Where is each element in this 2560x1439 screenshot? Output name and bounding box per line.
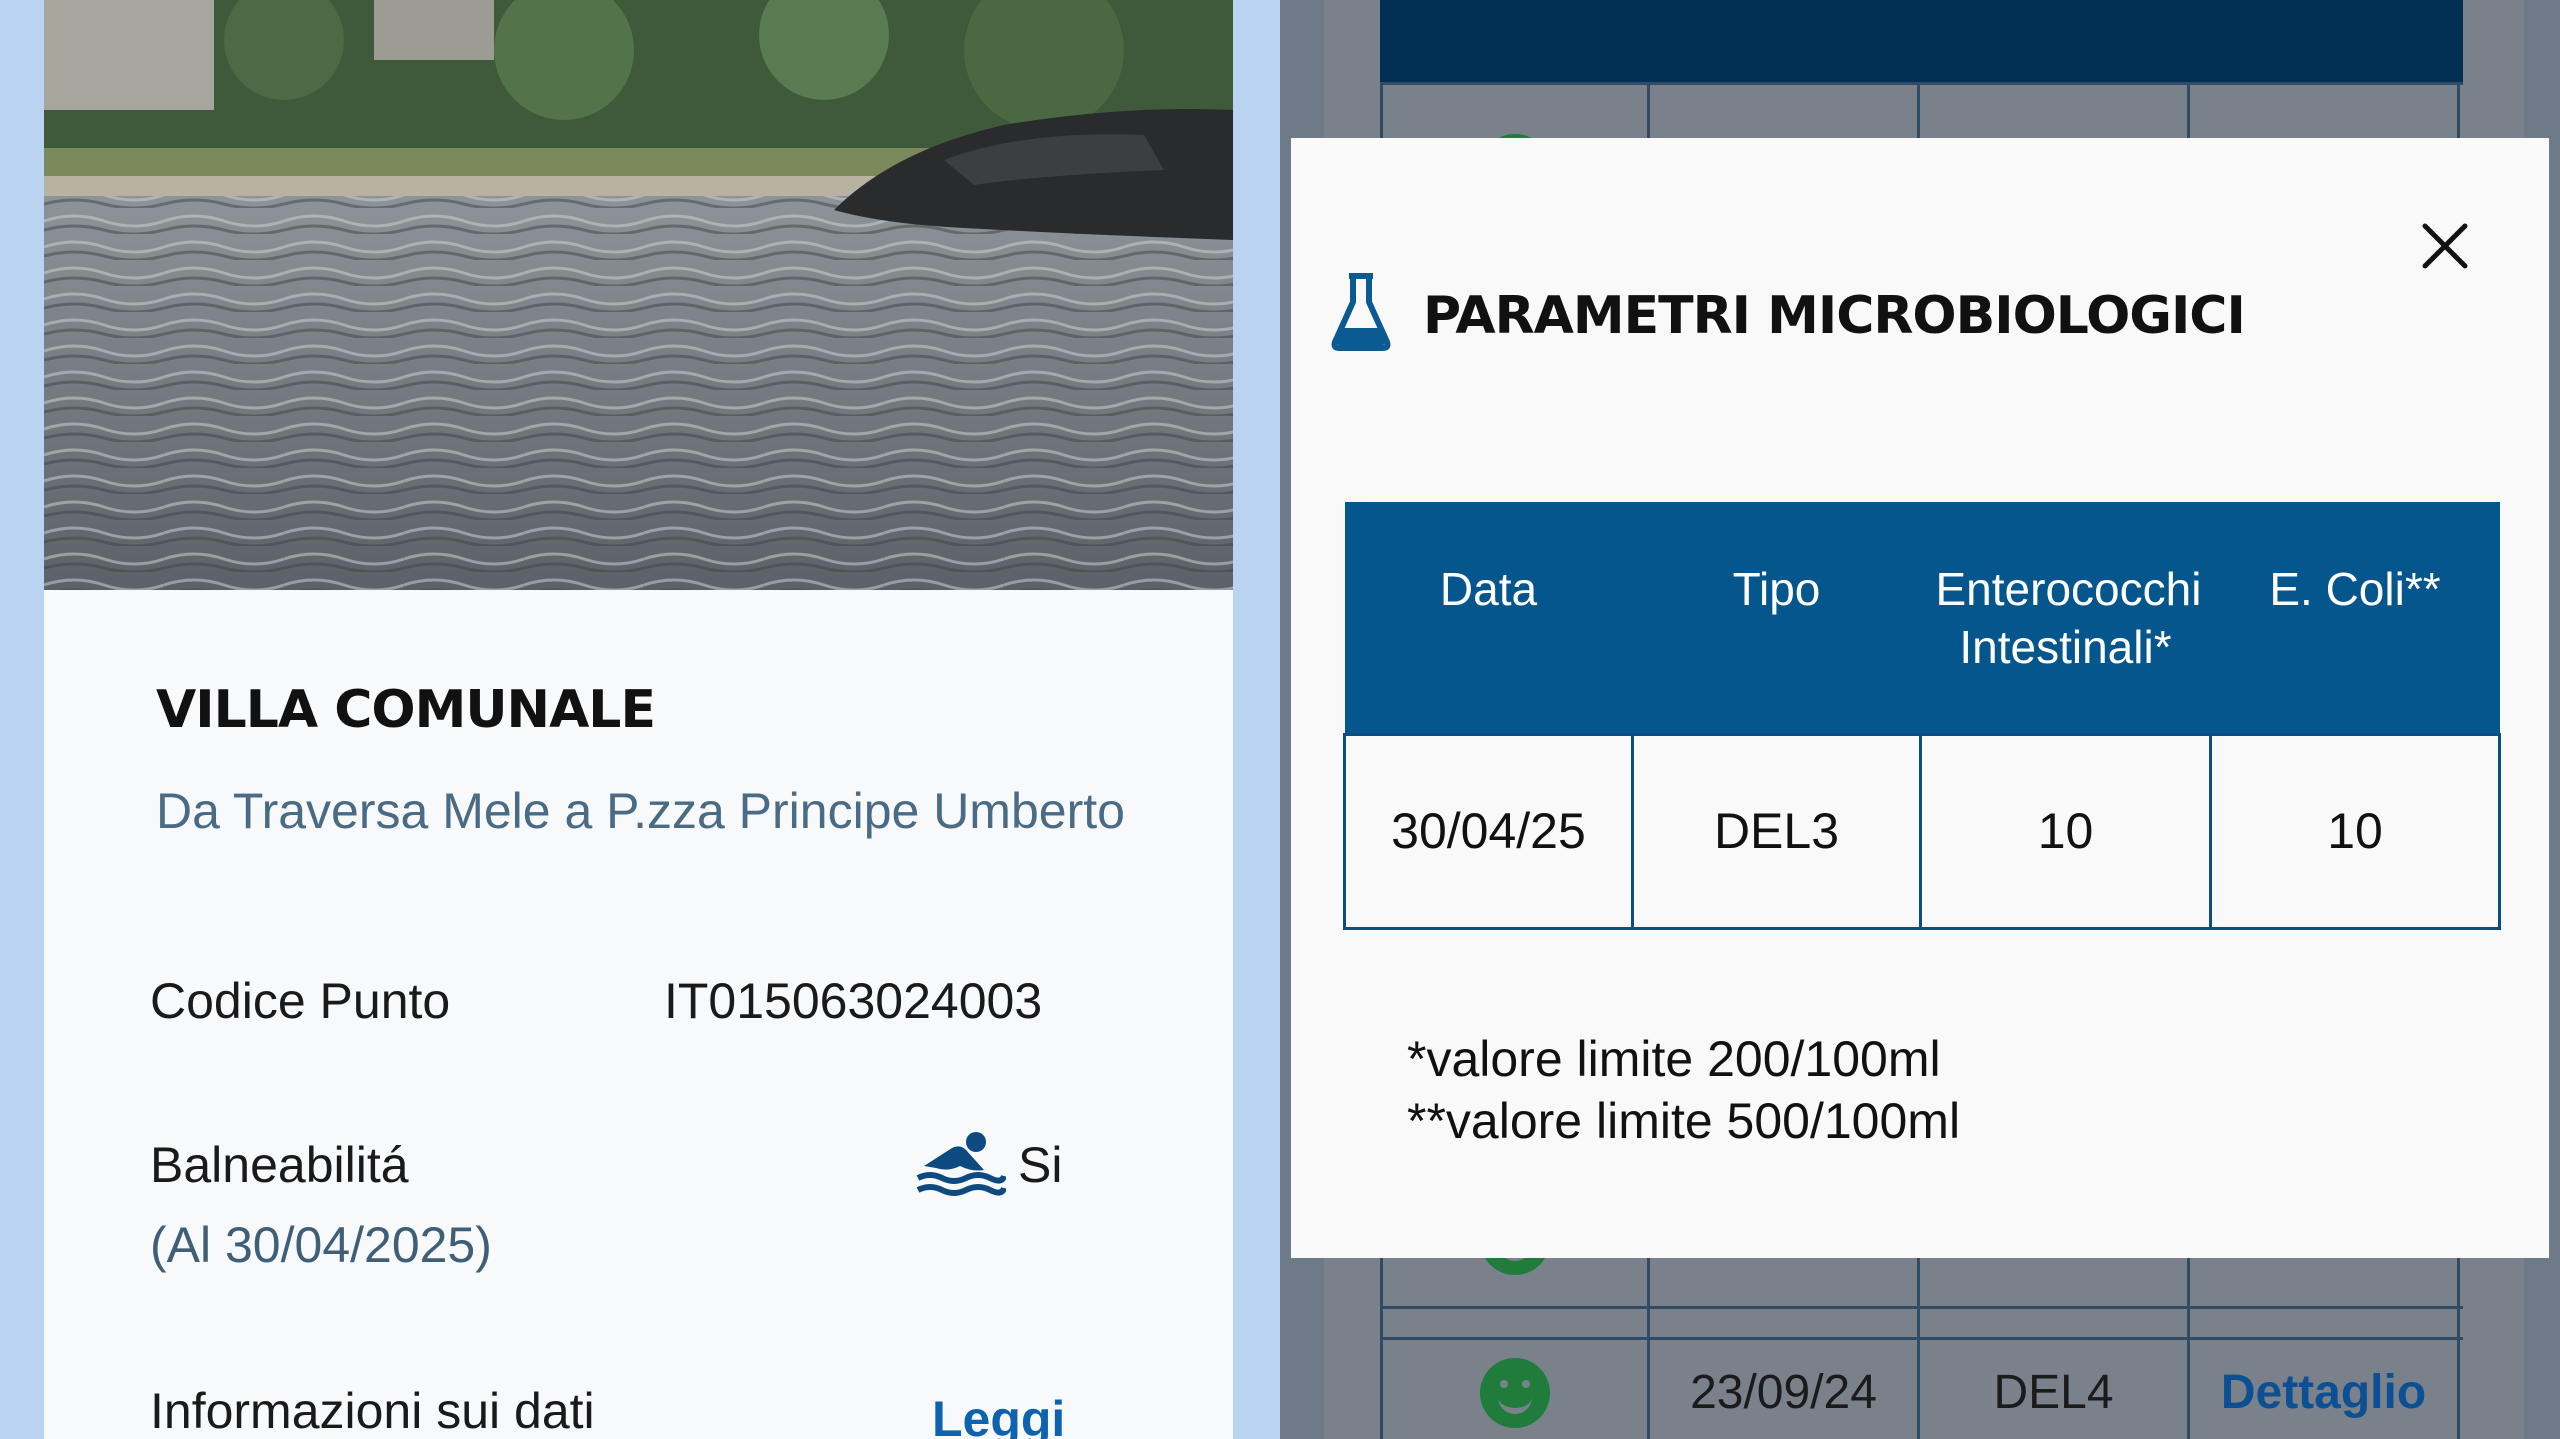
balneabilita-date: (Al 30/04/2025) (150, 1217, 492, 1273)
beach-photo (44, 0, 1233, 590)
cell-tipo: DEL3 (1631, 732, 1922, 930)
close-button[interactable] (2409, 210, 2481, 282)
cell-data: 30/04/25 (1343, 732, 1634, 930)
status-cell (1380, 1309, 1650, 1439)
params-table: Data Tipo Enterococchi Intestinali* E. C… (1343, 502, 2501, 930)
limit-notes: *valore limite 200/100ml **valore limite… (1407, 1028, 1960, 1152)
col-header-tipo: Tipo (1632, 502, 1921, 734)
tipo-cell: DEL4 (1920, 1309, 2190, 1439)
dettaglio-link[interactable]: Dettaglio (2190, 1309, 2460, 1439)
col-header-enterococchi: Enterococchi Intestinali* (1920, 502, 2211, 734)
table-row: 23/09/24 DEL4 Dettaglio (1380, 1306, 2463, 1439)
table-row: 30/04/25 DEL3 10 10 (1343, 732, 2501, 930)
leggi-link[interactable]: Leggi (932, 1390, 1065, 1439)
flask-icon (1331, 273, 1391, 351)
site-description: Da Traversa Mele a P.zza Principe Umbert… (156, 783, 1125, 839)
balneabilita-value: Si (1018, 1137, 1063, 1193)
col-header-ecoli: E. Coli** (2210, 502, 2500, 734)
smiley-icon (1480, 1357, 1550, 1428)
site-title: VILLA COMUNALE (156, 680, 656, 740)
note-enterococchi: *valore limite 200/100ml (1407, 1031, 1941, 1087)
cell-enterococchi: 10 (1919, 732, 2212, 930)
microbiological-params-modal: PARAMETRI MICROBIOLOGICI Data Tipo Enter… (1291, 138, 2549, 1258)
info-dati-label: Informazioni sui dati (150, 1383, 595, 1439)
col-header-data: Data (1344, 502, 1633, 734)
close-icon (2422, 223, 2468, 269)
background-table-header (1380, 0, 2463, 84)
swimmer-icon (914, 1126, 1007, 1203)
note-ecoli: **valore limite 500/100ml (1407, 1093, 1961, 1149)
codice-punto-value: IT015063024003 (664, 973, 1043, 1029)
balneabilita-label: Balneabilitá (150, 1137, 409, 1193)
date-cell: 23/09/24 (1650, 1309, 1920, 1439)
cell-ecoli: 10 (2209, 732, 2501, 930)
codice-punto-label: Codice Punto (150, 973, 451, 1029)
modal-title: PARAMETRI MICROBIOLOGICI (1423, 286, 2246, 346)
site-detail-panel: VILLA COMUNALE Da Traversa Mele a P.zza … (44, 0, 1233, 1439)
